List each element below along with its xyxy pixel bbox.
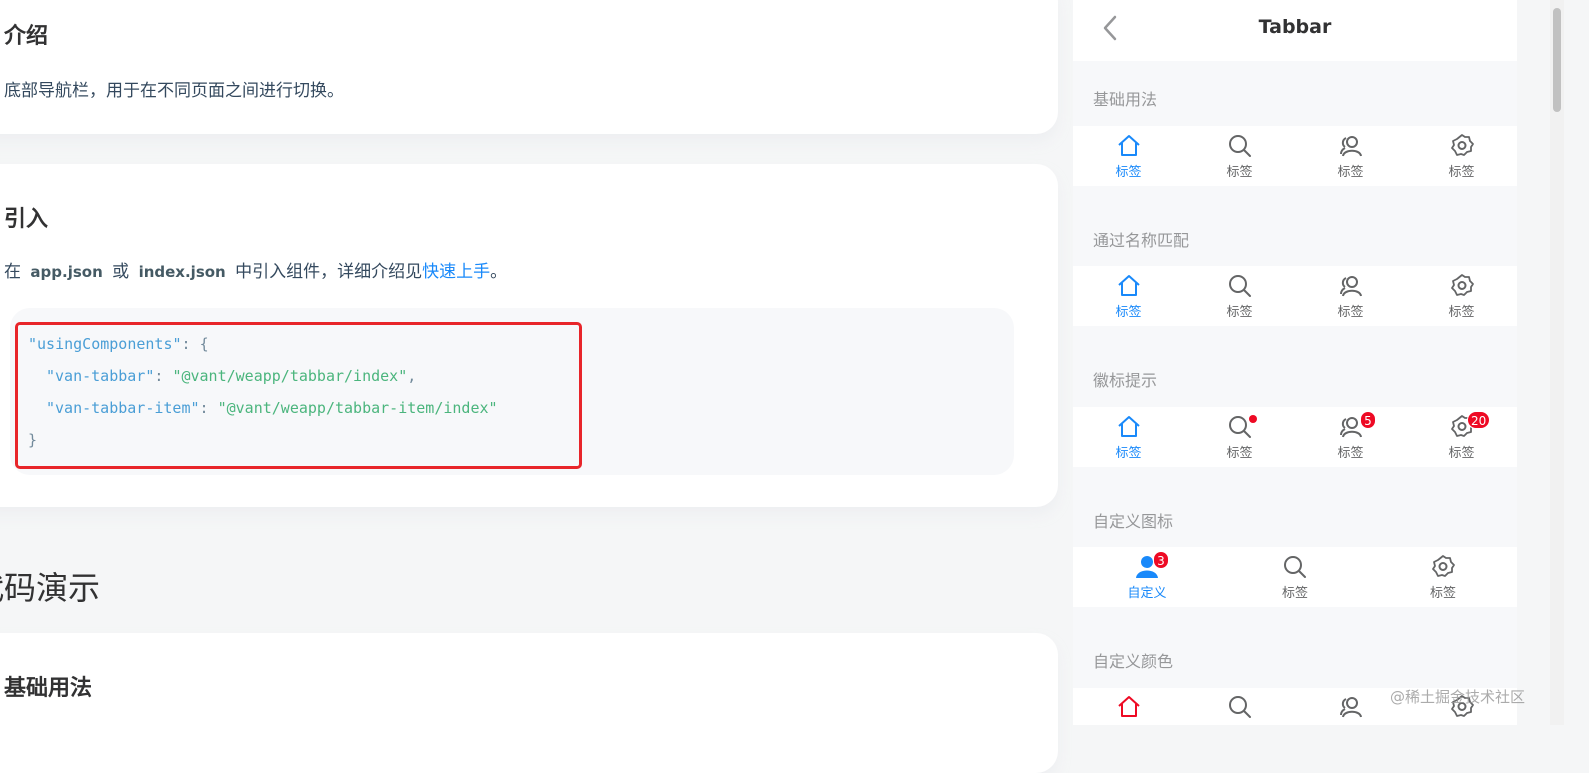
import-card: 引入 在 app.json 或 index.json 中引入组件，详细介绍见快速… <box>0 164 1058 507</box>
quickstart-link[interactable]: 快速上手 <box>422 262 490 282</box>
tab-search[interactable]: 标签 <box>1184 266 1295 326</box>
tab-setting[interactable]: 标签 <box>1406 266 1517 326</box>
import-text-or: 或 <box>112 262 130 282</box>
tab-label: 标签 <box>1281 585 1308 601</box>
nav-title: Tabbar <box>1258 16 1332 38</box>
basic-heading: 基础用法 <box>4 676 93 701</box>
badge-setting: 20 <box>1467 411 1491 429</box>
intro-heading: 介绍 <box>4 24 49 49</box>
tab-search[interactable]: 标签 <box>1221 547 1369 607</box>
page-scrollbar[interactable] <box>1550 0 1564 725</box>
basic-card: 基础用法 <box>0 633 1058 773</box>
tab-search[interactable]: 标签 <box>1184 126 1295 186</box>
tab-label: 标签 <box>1429 585 1456 601</box>
tab-friends[interactable]: 标签 <box>1295 266 1406 326</box>
section-name-match: 通过名称匹配 <box>1093 231 1190 250</box>
home-icon <box>1117 415 1140 437</box>
tabbar-name-match: 标签 标签 标签 标签 <box>1073 266 1517 326</box>
tab-label: 标签 <box>1448 164 1475 180</box>
tab-custom[interactable]: 3 自定义 <box>1073 547 1221 607</box>
badge-dot <box>1249 415 1257 423</box>
nav-bar: Tabbar <box>1073 0 1517 61</box>
app-json-code: app.json <box>30 263 103 281</box>
tab-home[interactable]: 标签 <box>1073 407 1184 467</box>
scroll-thumb[interactable] <box>1553 8 1561 112</box>
tabbar-badge: 标签 标签 5 标签 20 标签 <box>1073 407 1517 467</box>
tab-home[interactable]: 标签 <box>1073 266 1184 326</box>
search-icon <box>1228 696 1251 718</box>
tab-label: 标签 <box>1337 304 1364 320</box>
home-icon <box>1117 134 1140 156</box>
tab-friends[interactable]: 标签 <box>1295 126 1406 186</box>
setting-icon <box>1450 133 1474 156</box>
import-heading: 引入 <box>4 207 49 232</box>
search-icon <box>1284 555 1306 578</box>
section-badge: 徽标提示 <box>1093 371 1158 390</box>
friends-icon <box>1339 697 1362 718</box>
tab-home[interactable] <box>1073 688 1184 725</box>
search-icon <box>1228 134 1251 157</box>
tab-label: 标签 <box>1226 304 1253 320</box>
import-text: 在 app.json 或 index.json 中引入组件，详细介绍见快速上手。 <box>4 257 507 282</box>
highlight-frame <box>15 322 582 469</box>
section-basic: 基础用法 <box>1093 90 1158 109</box>
section-custom-icon: 自定义图标 <box>1093 512 1174 531</box>
tab-search[interactable] <box>1184 688 1295 725</box>
setting-icon <box>1450 273 1474 296</box>
demo-heading: 代码演示 <box>0 569 101 607</box>
tab-label: 标签 <box>1115 445 1142 461</box>
tab-label: 标签 <box>1115 304 1142 320</box>
tab-label: 标签 <box>1448 445 1475 461</box>
tab-label: 标签 <box>1337 164 1364 180</box>
tab-setting[interactable]: 20 标签 <box>1406 407 1517 467</box>
import-text-end: 。 <box>490 262 508 282</box>
tabbar-basic: 标签 标签 标签 标签 <box>1073 126 1517 186</box>
phone-preview: Tabbar 基础用法 标签 标签 标签 标签 通过名称匹配 标签 标签 标签 … <box>1073 0 1517 725</box>
tab-search[interactable]: 标签 <box>1184 407 1295 467</box>
tab-label: 标签 <box>1448 304 1475 320</box>
tab-home[interactable]: 标签 <box>1073 126 1184 186</box>
tab-label: 标签 <box>1226 164 1253 180</box>
tab-label: 标签 <box>1226 445 1253 461</box>
tab-custom-label: 自定义 <box>1127 585 1167 601</box>
tab-label: 标签 <box>1115 164 1142 180</box>
tab-setting[interactable]: 标签 <box>1369 547 1517 607</box>
intro-card: 介绍 底部导航栏，用于在不同页面之间进行切换。 <box>0 0 1058 134</box>
section-custom-color: 自定义颜色 <box>1093 652 1174 671</box>
watermark: @稀土掘金技术社区 <box>1390 688 1526 706</box>
tab-friends[interactable]: 5 标签 <box>1295 407 1406 467</box>
friends-icon <box>1339 275 1362 296</box>
friends-icon <box>1339 135 1362 156</box>
tabbar-custom-icon: 3 自定义 标签 标签 <box>1073 547 1517 607</box>
search-icon <box>1228 274 1251 297</box>
badge-friends: 5 <box>1360 411 1376 429</box>
intro-text: 底部导航栏，用于在不同页面之间进行切换。 <box>4 81 344 101</box>
import-text-middle: 中引入组件，详细介绍见 <box>235 262 423 282</box>
tab-label: 标签 <box>1337 445 1364 461</box>
index-json-code: index.json <box>138 263 226 281</box>
import-text-before: 在 <box>4 262 21 282</box>
setting-icon <box>1432 554 1455 577</box>
home-icon <box>1117 274 1140 296</box>
badge-custom: 3 <box>1153 551 1169 569</box>
home-icon <box>1117 696 1140 717</box>
tab-setting[interactable]: 标签 <box>1406 126 1517 186</box>
